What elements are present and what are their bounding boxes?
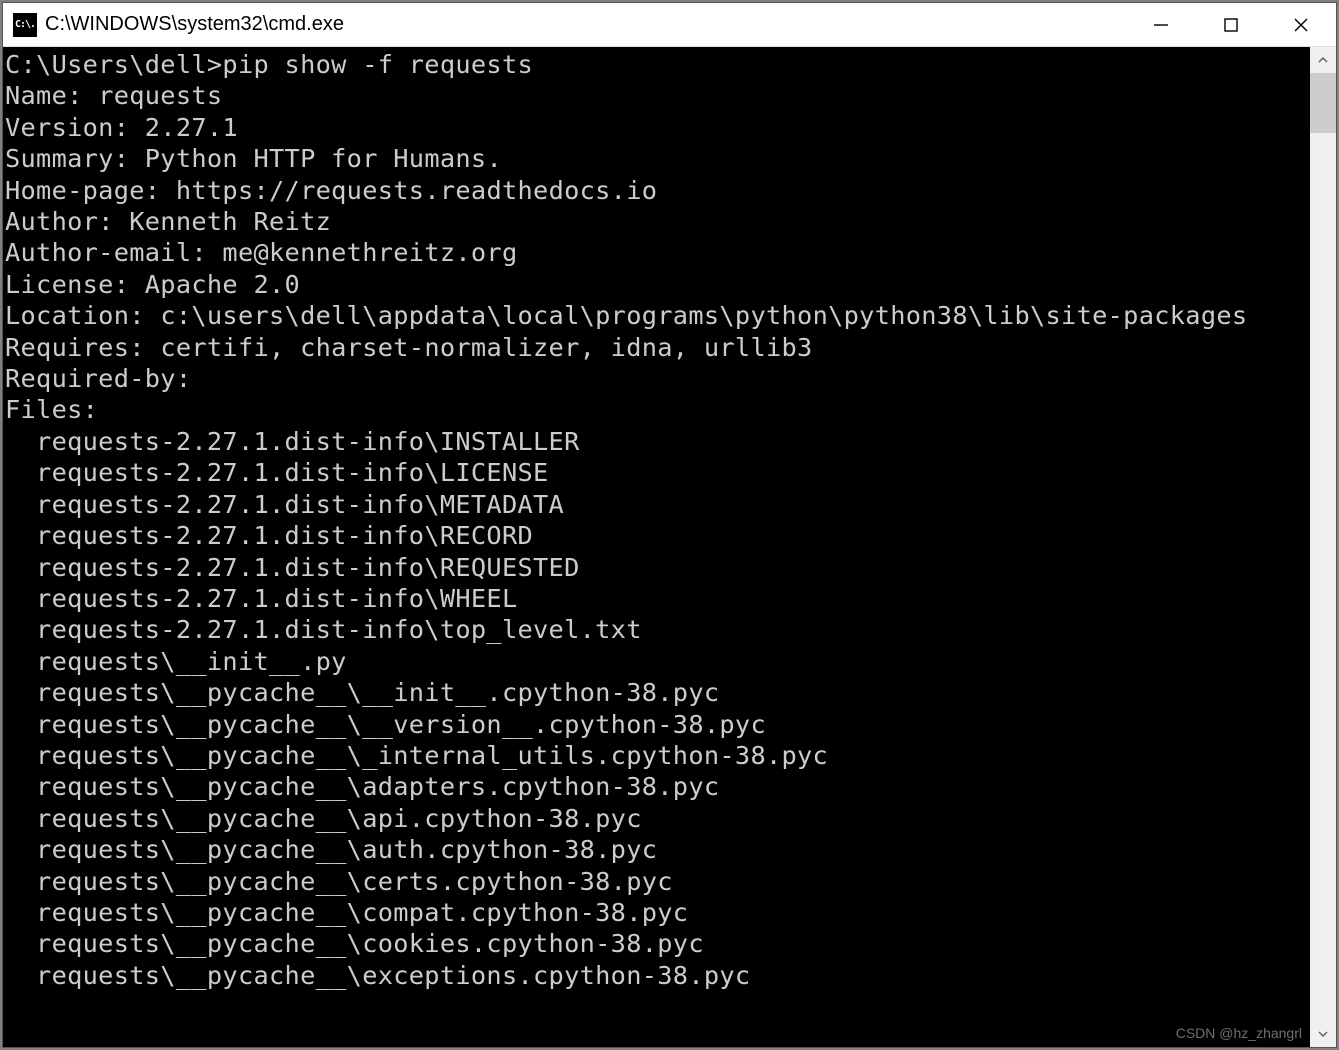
scroll-track[interactable] [1310,73,1336,1021]
field-location: Location: c:\users\dell\appdata\local\pr… [5,301,1247,330]
watermark: CSDN @hz_zhangrl [1176,1025,1302,1041]
chevron-up-icon [1317,54,1329,66]
field-version: Version: 2.27.1 [5,113,238,142]
close-button[interactable] [1266,3,1336,46]
files-list: requests-2.27.1.dist-info\INSTALLER requ… [5,427,828,990]
scroll-down-arrow[interactable] [1310,1021,1336,1047]
minimize-icon [1152,16,1170,34]
field-license: License: Apache 2.0 [5,270,300,299]
window-title: C:\WINDOWS\system32\cmd.exe [45,13,1126,36]
maximize-button[interactable] [1196,3,1266,46]
command-text: pip show -f requests [222,50,533,79]
scroll-thumb[interactable] [1310,73,1336,133]
field-homepage: Home-page: https://requests.readthedocs.… [5,176,657,205]
close-icon [1292,16,1310,34]
cmd-icon: C:\. [13,13,37,37]
scroll-up-arrow[interactable] [1310,47,1336,73]
titlebar[interactable]: C:\. C:\WINDOWS\system32\cmd.exe [3,3,1336,47]
prompt: C:\Users\dell> [5,50,222,79]
minimize-button[interactable] [1126,3,1196,46]
field-author-email: Author-email: me@kennethreitz.org [5,238,518,267]
maximize-icon [1222,16,1240,34]
files-label: Files: [5,395,98,424]
cmd-window: C:\. C:\WINDOWS\system32\cmd.exe C:\User… [2,2,1337,1048]
field-summary: Summary: Python HTTP for Humans. [5,144,502,173]
vertical-scrollbar[interactable] [1310,47,1336,1047]
window-controls [1126,3,1336,46]
field-name: Name: requests [5,81,222,110]
chevron-down-icon [1317,1028,1329,1040]
field-required-by: Required-by: [5,364,191,393]
field-author: Author: Kenneth Reitz [5,207,331,236]
terminal-output[interactable]: C:\Users\dell>pip show -f requests Name:… [3,47,1310,1047]
field-requires: Requires: certifi, charset-normalizer, i… [5,333,813,362]
client-area: C:\Users\dell>pip show -f requests Name:… [3,47,1336,1047]
